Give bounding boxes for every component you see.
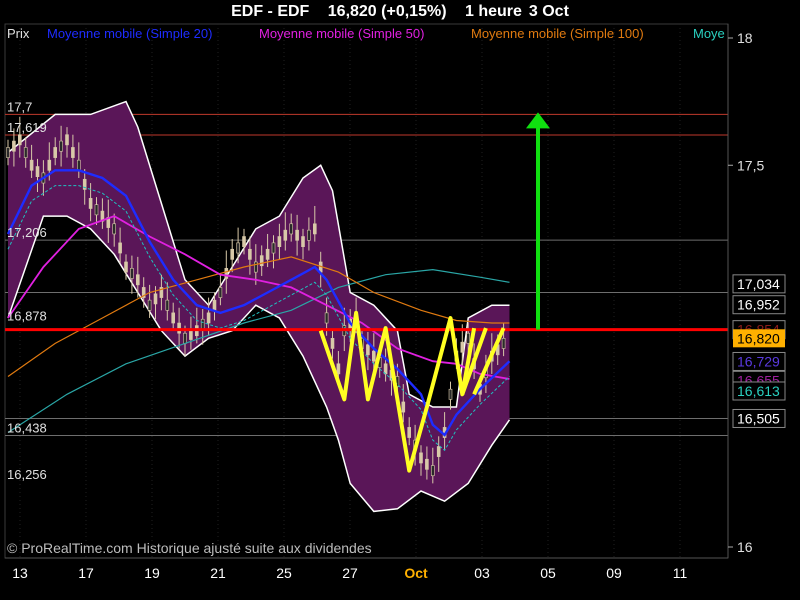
price-candle	[277, 236, 282, 247]
price-candle	[130, 268, 134, 279]
x-tick-label: 19	[144, 565, 160, 581]
price-candle	[283, 229, 288, 241]
price-candle	[118, 242, 122, 254]
legend-item: Moyenne mobile (Simple 50)	[259, 26, 424, 41]
price-candle	[265, 248, 270, 260]
price-candle	[324, 312, 329, 324]
price-candle	[430, 465, 435, 477]
level-label: 16,878	[7, 309, 47, 324]
level-label: 16,438	[7, 421, 47, 436]
price-candle	[71, 147, 75, 158]
price-candle	[77, 159, 81, 171]
price-candle	[254, 261, 258, 273]
price-candle	[366, 344, 370, 356]
y-tick-label: 18	[737, 30, 753, 46]
price-candle	[259, 255, 264, 267]
price-candle	[12, 140, 16, 152]
price-tag-label: 17,034	[737, 276, 780, 292]
price-tag-label: 16,729	[737, 353, 780, 369]
price-candle	[460, 341, 465, 353]
price-candle	[35, 166, 40, 178]
price-candle	[165, 299, 170, 311]
price-candle	[271, 242, 276, 254]
level-label: 17,7	[7, 99, 32, 114]
price-candle	[501, 338, 506, 349]
price-candle	[336, 363, 341, 375]
legend-item: Moyenne mobile (Simple 20)	[47, 26, 212, 41]
price-candle	[371, 350, 376, 362]
price-candle	[124, 261, 128, 273]
price-candle	[47, 159, 52, 171]
price-tag-label: 16,952	[737, 297, 780, 313]
price-candle	[94, 204, 99, 216]
level-label: 16,256	[7, 467, 47, 482]
price-candle	[53, 147, 58, 158]
price-tag-label: 16,820	[737, 330, 780, 346]
price-candle	[147, 299, 152, 311]
price-candle	[88, 198, 93, 209]
price-candle	[289, 223, 294, 235]
x-tick-label: 03	[474, 565, 490, 581]
x-tick-label: Oct	[404, 565, 428, 581]
price-candle	[466, 332, 471, 344]
price-candle	[29, 159, 34, 171]
x-tick-label: 21	[210, 565, 226, 581]
price-candle	[6, 147, 10, 158]
x-tick-label: 09	[606, 565, 622, 581]
price-candle	[230, 248, 234, 260]
legend-item: Moye	[693, 26, 725, 41]
y-tick-label: 16	[737, 539, 753, 555]
x-tick-label: 13	[12, 565, 28, 581]
price-candle	[236, 242, 240, 254]
price-candle	[307, 229, 311, 241]
x-tick-label: 17	[78, 565, 94, 581]
legend-item: Prix	[7, 26, 30, 41]
level-label: 17,206	[7, 225, 47, 240]
price-candle	[407, 427, 412, 438]
price-chart[interactable]: 13 17 19 21 25 27 Oct 03 05 09 11 17,7 17,619 17,206 1…	[0, 0, 800, 600]
price-candle	[425, 458, 429, 470]
price-candle	[112, 223, 116, 235]
price-candle	[436, 446, 441, 457]
y-tick-label: 17,5	[737, 157, 764, 173]
x-tick-label: 25	[276, 565, 292, 581]
price-candle	[212, 299, 217, 311]
price-candle	[295, 229, 299, 241]
level-label: 17,619	[7, 120, 47, 135]
price-candle	[171, 312, 175, 324]
price-candle	[206, 312, 211, 324]
price-candle	[218, 287, 223, 298]
price-candle	[330, 338, 335, 349]
price-tag-label: 16,613	[737, 383, 780, 399]
price-candle	[248, 248, 252, 260]
legend-item: Moyenne mobile (Simple 100)	[471, 26, 644, 41]
price-candle	[200, 318, 205, 330]
price-tag-label: 16,505	[737, 410, 780, 426]
price-candle	[224, 268, 229, 279]
watermark-text: © ProRealTime.com Historique ajusté suit…	[7, 540, 372, 556]
x-tick-label: 05	[540, 565, 556, 581]
price-candle	[242, 236, 246, 247]
x-tick-label: 11	[673, 565, 688, 581]
price-candle	[419, 452, 423, 464]
price-candle	[183, 332, 187, 344]
price-candle	[136, 274, 140, 286]
price-candle	[65, 134, 69, 146]
price-candle	[401, 401, 406, 413]
price-candle	[17, 134, 22, 146]
x-tick-label: 27	[342, 565, 358, 581]
price-candle	[23, 147, 28, 158]
price-candle	[448, 388, 453, 400]
price-candle	[301, 236, 305, 247]
price-candle	[59, 140, 63, 152]
price-candle	[312, 223, 317, 235]
price-candle	[153, 293, 158, 305]
price-candle	[177, 322, 181, 334]
